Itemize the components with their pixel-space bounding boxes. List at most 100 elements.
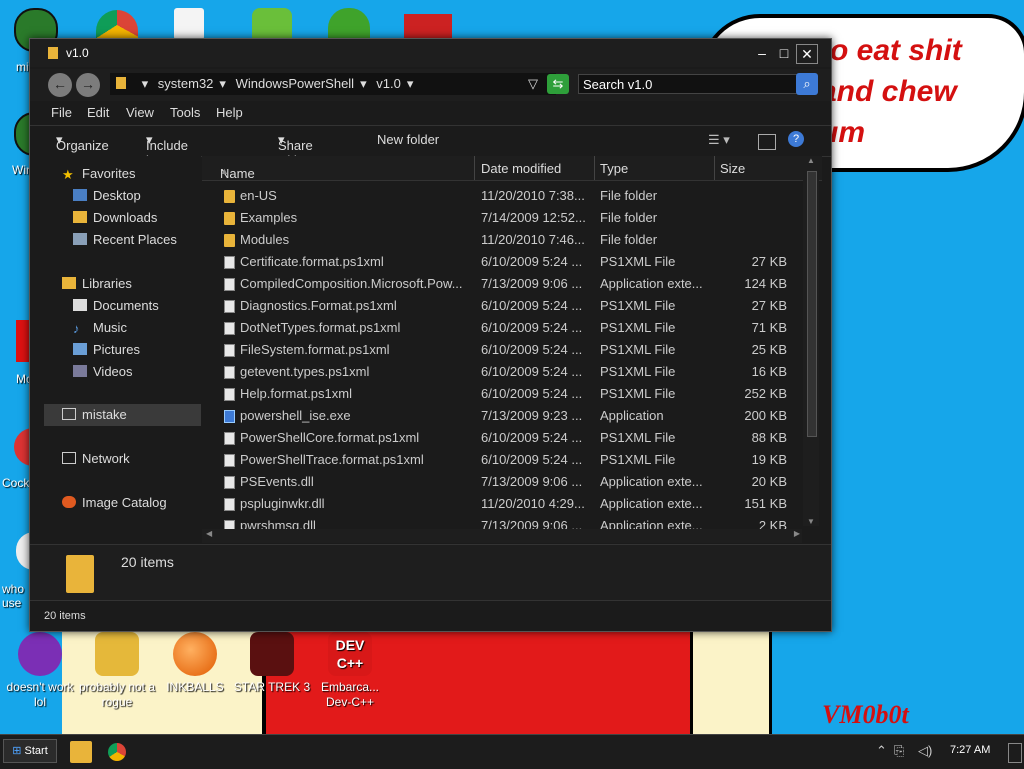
- nav-desktop[interactable]: Desktop: [73, 186, 141, 206]
- back-button[interactable]: ←: [48, 73, 72, 97]
- forward-button[interactable]: →: [76, 73, 100, 97]
- table-row[interactable]: DotNetTypes.format.ps1xml 6/10/2009 5:24 …: [202, 317, 822, 339]
- table-row[interactable]: Diagnostics.Format.ps1xml 6/10/2009 5:24 …: [202, 295, 822, 317]
- show-hidden-icons-icon[interactable]: ⌃: [876, 743, 887, 759]
- desktop-icon-label: probably not a rogue: [78, 680, 156, 709]
- chevron-down-icon[interactable]: ▾: [219, 76, 226, 91]
- file-size: 200 KB: [744, 408, 787, 423]
- chevron-down-icon[interactable]: ▾: [360, 76, 367, 91]
- window-title: v1.0: [66, 46, 89, 60]
- desktop-icon-rogue[interactable]: probably not a rogue: [77, 632, 157, 710]
- chevron-down-icon[interactable]: ▾: [407, 76, 414, 91]
- breadcrumb-item[interactable]: v1.0: [376, 76, 401, 91]
- breadcrumb-item[interactable]: WindowsPowerShell: [236, 76, 355, 91]
- music-icon: ♪: [73, 321, 80, 336]
- file-icon: [224, 432, 235, 445]
- search-input[interactable]: Search v1.0: [578, 74, 816, 94]
- column-header-size[interactable]: Size: [720, 161, 745, 176]
- show-desktop-button[interactable]: [1008, 743, 1022, 763]
- nav-libraries[interactable]: Libraries: [62, 274, 132, 294]
- table-row[interactable]: PowerShellCore.format.ps1xml 6/10/2009 5:…: [202, 427, 822, 449]
- new-folder-button[interactable]: New folder: [377, 132, 439, 147]
- scroll-right-icon[interactable]: ▶: [794, 529, 800, 538]
- nav-music[interactable]: ♪ Music: [73, 318, 127, 338]
- table-row[interactable]: PowerShellTrace.format.ps1xml 6/10/2009 5…: [202, 449, 822, 471]
- game-icon[interactable]: [328, 8, 370, 40]
- solitaire-icon[interactable]: [174, 8, 204, 40]
- volume-icon[interactable]: ◁): [918, 743, 932, 759]
- start-button[interactable]: ⊞ Start: [3, 739, 57, 763]
- title-bar[interactable]: v1.0 – □ ✕: [30, 39, 831, 67]
- table-row[interactable]: pspluginwkr.dll 11/20/2010 4:29... Applica…: [202, 493, 822, 515]
- flag-icon[interactable]: [404, 14, 452, 40]
- help-icon[interactable]: ?: [788, 131, 804, 147]
- nav-downloads[interactable]: Downloads: [73, 208, 157, 228]
- chrome-icon[interactable]: [96, 10, 138, 40]
- file-name: CompiledComposition.Microsoft.Pow...: [240, 276, 463, 291]
- column-divider[interactable]: [474, 156, 475, 180]
- network-tray-icon[interactable]: ⎘: [894, 743, 904, 759]
- nav-mistake[interactable]: mistake: [62, 405, 127, 425]
- scroll-up-icon[interactable]: ▲: [803, 156, 819, 165]
- table-row[interactable]: PSEvents.dll 7/13/2009 9:06 ... Applicatio…: [202, 471, 822, 493]
- nav-documents[interactable]: Documents: [73, 296, 159, 316]
- include-in-library-button[interactable]: Include in library ▾: [146, 132, 188, 183]
- menu-edit[interactable]: Edit: [87, 105, 109, 120]
- file-name: PSEvents.dll: [240, 474, 314, 489]
- minimize-button[interactable]: –: [752, 44, 772, 62]
- maximize-button[interactable]: □: [774, 44, 794, 62]
- menu-help[interactable]: Help: [216, 105, 243, 120]
- nav-pictures[interactable]: Pictures: [73, 340, 140, 360]
- table-row[interactable]: Certificate.format.ps1xml 6/10/2009 5:24 …: [202, 251, 822, 273]
- table-row[interactable]: getevent.types.ps1xml 6/10/2009 5:24 ... P…: [202, 361, 822, 383]
- desktop-icon-inkballs[interactable]: INKBALLS: [155, 632, 235, 695]
- table-row[interactable]: en-US 11/20/2010 7:38... File folder: [202, 185, 822, 207]
- menu-tools[interactable]: Tools: [170, 105, 200, 120]
- file-date: 6/10/2009 5:24 ...: [481, 320, 583, 335]
- column-divider[interactable]: [714, 156, 715, 180]
- nav-recent-places[interactable]: Recent Places: [73, 230, 177, 250]
- desktop-icon-startrek[interactable]: STAR TREK 3: [232, 632, 312, 695]
- preview-pane-icon[interactable]: [758, 134, 776, 150]
- desktop-icon-yahoo[interactable]: doesn't work lol: [0, 632, 80, 710]
- column-header-type[interactable]: Type: [600, 161, 628, 176]
- organize-button[interactable]: Organize ▾: [56, 132, 109, 153]
- view-options-icon[interactable]: ☰ ▾: [708, 132, 730, 148]
- nav-image-catalog[interactable]: Image Catalog: [62, 493, 167, 513]
- chevron-down-icon[interactable]: ▾: [142, 76, 149, 91]
- table-row[interactable]: Modules 11/20/2010 7:46... File folder: [202, 229, 822, 251]
- address-bar[interactable]: ▾ system32 ▾ WindowsPowerShell ▾ v1.0 ▾ ▽: [110, 73, 556, 95]
- nav-network[interactable]: Network: [62, 449, 130, 469]
- vertical-scrollbar[interactable]: ▲ ▼: [803, 156, 819, 526]
- share-with-button[interactable]: Share with ▾: [278, 132, 313, 168]
- security-shield-icon[interactable]: [252, 8, 292, 40]
- nav-label: Recent Places: [93, 232, 177, 247]
- nav-videos[interactable]: Videos: [73, 362, 133, 382]
- table-row[interactable]: powershell_ise.exe 7/13/2009 9:23 ... Appl…: [202, 405, 822, 427]
- menu-file[interactable]: File: [51, 105, 72, 120]
- clock[interactable]: 7:27 AM: [950, 744, 990, 756]
- explorer-taskbar-icon[interactable]: [70, 741, 92, 763]
- scroll-down-icon[interactable]: ▼: [803, 517, 819, 526]
- table-row[interactable]: Examples 7/14/2009 12:52... File folder: [202, 207, 822, 229]
- nav-favorites[interactable]: ★ Favorites: [62, 164, 135, 184]
- bubble-line: and chew: [820, 75, 957, 108]
- horizontal-scrollbar[interactable]: ◀ ▶: [202, 529, 802, 543]
- table-row[interactable]: FileSystem.format.ps1xml 6/10/2009 5:24 .…: [202, 339, 822, 361]
- breadcrumb-item[interactable]: system32: [158, 76, 214, 91]
- history-dropdown-icon[interactable]: ▽: [528, 73, 538, 95]
- close-button[interactable]: ✕: [796, 44, 818, 64]
- column-divider[interactable]: [594, 156, 595, 180]
- column-header-date[interactable]: Date modified: [481, 161, 561, 176]
- search-icon[interactable]: ⌕: [796, 73, 818, 95]
- scroll-left-icon[interactable]: ◀: [206, 529, 212, 538]
- file-date: 6/10/2009 5:24 ...: [481, 254, 583, 269]
- menu-view[interactable]: View: [126, 105, 154, 120]
- file-type: PS1XML File: [600, 364, 676, 379]
- desktop-icon-devcpp[interactable]: DEV C++ Embarca... Dev-C++: [310, 632, 390, 710]
- refresh-button[interactable]: ⇆: [547, 74, 569, 94]
- table-row[interactable]: CompiledComposition.Microsoft.Pow... 7/13…: [202, 273, 822, 295]
- scrollbar-thumb[interactable]: [807, 171, 817, 437]
- chrome-taskbar-icon[interactable]: [108, 743, 126, 761]
- table-row[interactable]: Help.format.ps1xml 6/10/2009 5:24 ... PS1X…: [202, 383, 822, 405]
